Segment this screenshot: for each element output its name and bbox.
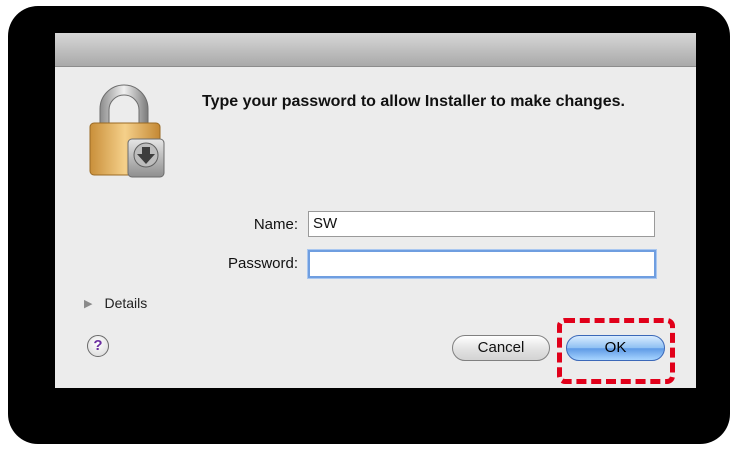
cancel-button[interactable]: Cancel (452, 335, 550, 361)
dialog-message: Type your password to allow Installer to… (202, 93, 625, 110)
details-label: Details (104, 295, 148, 311)
ok-button-highlight-annotation (557, 318, 675, 384)
password-field[interactable] (308, 250, 656, 278)
name-field[interactable]: SW (308, 211, 655, 237)
details-disclosure[interactable]: ▶ Details (84, 295, 147, 311)
password-label: Password: (227, 255, 298, 272)
lock-installer-icon (89, 84, 165, 178)
dialog-titlebar[interactable] (55, 33, 696, 67)
help-button[interactable]: ? (87, 335, 109, 357)
disclosure-triangle-icon[interactable]: ▶ (84, 297, 92, 310)
name-label: Name: (253, 216, 298, 233)
